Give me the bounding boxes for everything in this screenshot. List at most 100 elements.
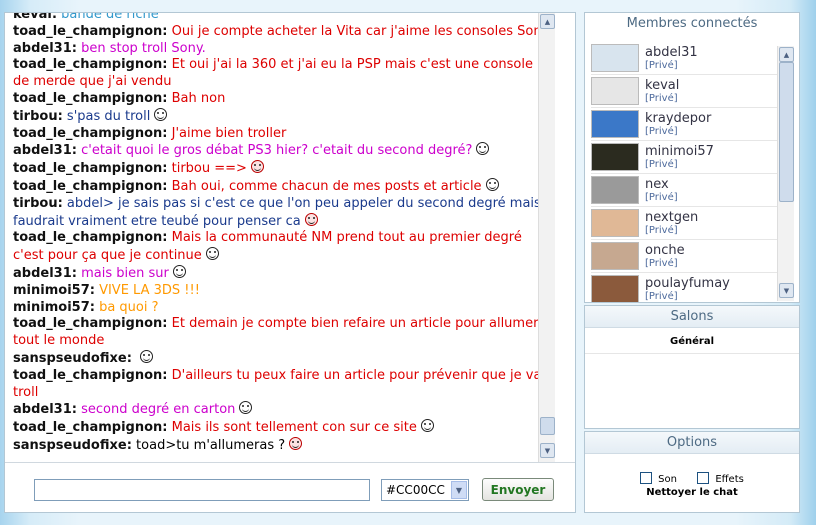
chat-nick[interactable]: abdel31: [13, 402, 77, 417]
scroll-up-icon[interactable]: ▲ [540, 14, 555, 29]
member-item[interactable]: poulayfumay [Privé] [591, 273, 777, 302]
chat-nick[interactable]: abdel31: [13, 41, 77, 56]
member-private-link[interactable]: [Privé] [645, 60, 698, 71]
chat-message: toad_le_champignon: Et oui j'ai la 360 e… [13, 57, 552, 91]
clear-chat-link[interactable]: Nettoyer le chat [585, 487, 799, 498]
options-panel: Options Son Effets Nettoyer le chat [584, 431, 800, 513]
member-item[interactable]: nextgen [Privé] [591, 207, 777, 240]
members-scrollbar[interactable]: ▲ ▼ [777, 46, 794, 301]
chat-log[interactable]: keval: bande de riche toad_le_champignon:… [5, 13, 558, 462]
chat-message: toad_le_champignon: Oui je compte achete… [13, 24, 552, 41]
salon-item-general[interactable]: Général [585, 328, 799, 354]
chevron-down-icon[interactable]: ▼ [451, 481, 467, 499]
chat-text: ben stop troll Sony. [81, 40, 206, 56]
member-item[interactable]: kraydepor [Privé] [591, 108, 777, 141]
members-panel: Membres connectés abdel31 [Privé] keval [Pr… [584, 12, 800, 303]
member-private-link[interactable]: [Privé] [645, 192, 678, 203]
member-name[interactable]: abdel31 [645, 45, 698, 60]
color-select[interactable]: #CC00CC ▼ [381, 479, 469, 501]
chat-nick[interactable]: toad_le_champignon: [13, 126, 167, 141]
chat-text: bande de riche [61, 13, 159, 22]
member-name[interactable]: onche [645, 243, 685, 258]
members-scroll-thumb[interactable] [779, 62, 794, 202]
member-info: onche [Privé] [645, 243, 685, 269]
chat-nick[interactable]: abdel31: [13, 143, 77, 158]
chat-nick[interactable]: toad_le_champignon: [13, 24, 167, 39]
scroll-down-icon[interactable]: ▼ [779, 283, 794, 298]
member-list: abdel31 [Privé] keval [Privé] kraydepor [Priv… [591, 42, 777, 302]
avatar [591, 275, 639, 302]
chat-message: toad_le_champignon: Bah non [13, 91, 552, 108]
chat-nick[interactable]: keval: [13, 13, 57, 22]
chat-nick[interactable]: toad_le_champignon: [13, 91, 167, 106]
chat-nick[interactable]: tirbou: [13, 109, 63, 124]
member-name[interactable]: nextgen [645, 210, 698, 225]
chat-nick[interactable]: toad_le_champignon: [13, 230, 167, 245]
chat-text: second degré en carton [81, 402, 236, 418]
chat-nick[interactable]: minimoi57: [13, 283, 95, 298]
smiley-icon [289, 436, 303, 450]
chat-nick[interactable]: abdel31: [13, 266, 77, 281]
member-name[interactable]: poulayfumay [645, 276, 730, 291]
chat-scrollbar[interactable]: ▲ ▼ [538, 13, 555, 462]
member-info: nextgen [Privé] [645, 210, 698, 236]
chat-nick[interactable]: toad_le_champignon: [13, 368, 167, 383]
chat-lines: keval: bande de riche toad_le_champignon:… [13, 13, 552, 455]
chat-text: J'aime bien troller [171, 125, 287, 141]
chat-text: c'etait quoi le gros débat PS3 hier? c'e… [81, 143, 473, 159]
sound-checkbox[interactable] [640, 472, 653, 484]
smiley-icon [205, 247, 219, 261]
member-info: nex [Privé] [645, 177, 678, 203]
chat-nick[interactable]: toad_le_champignon: [13, 57, 167, 72]
member-item[interactable]: keval [Privé] [591, 75, 777, 108]
member-item[interactable]: abdel31 [Privé] [591, 42, 777, 75]
member-name[interactable]: kraydepor [645, 111, 711, 126]
member-private-link[interactable]: [Privé] [645, 258, 685, 269]
chat-text: Mais ils sont tellement con sur ce site [171, 420, 417, 436]
member-info: keval [Privé] [645, 78, 679, 104]
effects-checkbox[interactable] [697, 472, 710, 484]
chat-text: ba quoi ? [99, 299, 159, 315]
member-private-link[interactable]: [Privé] [645, 159, 714, 170]
options-toggles: Son Effets [585, 472, 799, 485]
chat-message: toad_le_champignon: J'aime bien troller [13, 126, 552, 143]
member-private-link[interactable]: [Privé] [645, 291, 730, 302]
chat-scroll-thumb[interactable] [540, 417, 555, 435]
chat-text: abdel> je sais pas si c'est ce que l'on … [13, 195, 541, 229]
avatar [591, 44, 639, 72]
smiley-icon [239, 401, 253, 415]
chat-nick[interactable]: toad_le_champignon: [13, 316, 167, 331]
chat-nick[interactable]: tirbou: [13, 196, 63, 211]
composer-bar: #CC00CC ▼ Envoyer [5, 462, 575, 512]
scroll-down-icon[interactable]: ▼ [540, 443, 555, 458]
send-button[interactable]: Envoyer [482, 478, 554, 501]
member-private-link[interactable]: [Privé] [645, 225, 698, 236]
chat-nick[interactable]: toad_le_champignon: [13, 161, 167, 176]
chat-nick[interactable]: minimoi57: [13, 300, 95, 315]
member-item[interactable]: nex [Privé] [591, 174, 777, 207]
smiley-icon [250, 160, 264, 174]
chat-text: Oui je compte acheter la Vita car j'aime… [171, 23, 550, 39]
avatar [591, 143, 639, 171]
chat-nick[interactable]: sanspseudofixe: [13, 438, 132, 453]
member-private-link[interactable]: [Privé] [645, 93, 679, 104]
member-info: abdel31 [Privé] [645, 45, 698, 71]
member-item[interactable]: onche [Privé] [591, 240, 777, 273]
member-name[interactable]: nex [645, 177, 678, 192]
member-private-link[interactable]: [Privé] [645, 126, 711, 137]
member-item[interactable]: minimoi57 [Privé] [591, 141, 777, 174]
chat-message: tirbou: abdel> je sais pas si c'est ce q… [13, 196, 552, 231]
chat-nick[interactable]: toad_le_champignon: [13, 420, 167, 435]
message-input[interactable] [34, 479, 370, 501]
member-info: minimoi57 [Privé] [645, 144, 714, 170]
smiley-icon [304, 212, 318, 226]
member-name[interactable]: minimoi57 [645, 144, 714, 159]
chat-text: Bah oui, comme chacun de mes posts et ar… [171, 178, 482, 194]
chat-message: toad_le_champignon: Mais ils sont tellem… [13, 419, 552, 437]
scroll-up-icon[interactable]: ▲ [779, 47, 794, 62]
chat-nick[interactable]: sanspseudofixe: [13, 351, 132, 366]
member-name[interactable]: keval [645, 78, 679, 93]
chat-nick[interactable]: toad_le_champignon: [13, 179, 167, 194]
smiley-icon [172, 264, 186, 278]
members-title: Membres connectés [626, 16, 758, 31]
